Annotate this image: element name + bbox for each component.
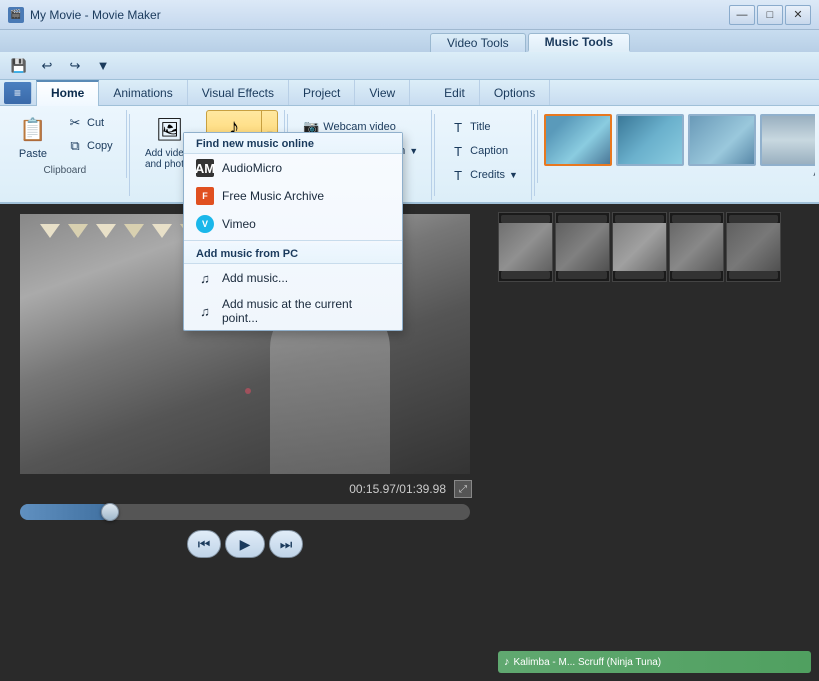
dropdown-separator — [184, 240, 402, 241]
flag-4 — [124, 224, 144, 238]
flag-5 — [152, 224, 172, 238]
flag-1 — [40, 224, 60, 238]
cut-icon: ✂ — [67, 115, 83, 131]
film-frame-1[interactable] — [498, 212, 553, 282]
film-frame-2[interactable] — [555, 212, 610, 282]
close-button[interactable]: ✕ — [785, 5, 811, 25]
music-point-icon: ♫ — [196, 302, 214, 320]
film-frame-4[interactable] — [669, 212, 724, 282]
playback-controls: ⏮ ▶ ⏭ — [187, 530, 303, 558]
expand-button[interactable]: ⤢ — [454, 480, 472, 498]
separator-1 — [129, 114, 130, 196]
paste-button[interactable]: 📋 Paste — [10, 110, 56, 164]
tab-view[interactable]: View — [355, 80, 410, 105]
theme-thumb-4[interactable] — [760, 114, 815, 166]
copy-icon: ⧉ — [67, 138, 83, 154]
undo-button[interactable]: ↩ — [36, 55, 58, 77]
cut-copy-buttons: ✂ Cut ⧉ Copy — [60, 112, 120, 157]
automovie-label: AutoMovie themes — [813, 168, 815, 179]
playback-progress[interactable] — [20, 504, 470, 520]
window-title: My Movie - Movie Maker — [30, 8, 161, 22]
film-frame-5[interactable] — [726, 212, 781, 282]
save-button[interactable]: 💾 — [8, 55, 30, 77]
tab-home[interactable]: Home — [36, 80, 99, 106]
music-track[interactable]: ♪ Kalimba - M... Scruff (Ninja Tuna) — [498, 651, 811, 673]
paste-icon: 📋 — [17, 114, 49, 146]
music-file-icon: ♫ — [196, 269, 214, 287]
tab-file[interactable]: ≡ — [4, 82, 32, 104]
audiomicro-icon: AM — [196, 159, 214, 177]
music-note-icon: ♪ — [504, 656, 510, 668]
automovie-themes-area: ▶ AutoMovie themes — [537, 110, 815, 183]
tab-edit[interactable]: Edit — [430, 80, 480, 105]
ribbon: ≡ Home Animations Visual Effects Project… — [0, 80, 819, 204]
add-music-item[interactable]: ♫ Add music... — [184, 264, 402, 292]
minimize-button[interactable]: — — [729, 5, 755, 25]
music-tools-tab[interactable]: Music Tools — [528, 33, 630, 52]
play-button[interactable]: ▶ — [225, 530, 265, 558]
free-music-archive-item[interactable]: F Free Music Archive — [184, 182, 402, 210]
credits-icon: T — [450, 167, 466, 183]
context-tabs: Video Tools Music Tools — [0, 30, 819, 52]
caption-icon: T — [450, 143, 466, 159]
audiomicro-item[interactable]: AM AudioMicro — [184, 154, 402, 182]
find-online-header: Find new music online — [184, 133, 402, 154]
progress-thumb[interactable] — [101, 503, 119, 521]
clipboard-group-label: Clipboard — [4, 165, 126, 176]
flag-3 — [96, 224, 116, 238]
film-strip — [498, 212, 781, 282]
tab-visual-effects[interactable]: Visual Effects — [188, 80, 289, 105]
main-area: 00:15.97/01:39.98 ⤢ ⏮ ▶ ⏭ — [0, 204, 819, 681]
cut-button[interactable]: ✂ Cut — [60, 112, 120, 134]
ribbon-content: 📋 Paste ✂ Cut ⧉ Copy Clipboard — [0, 106, 819, 202]
text-group: T Title T Caption T Credits ▼ — [437, 110, 532, 200]
vimeo-icon: V — [196, 215, 214, 233]
title-bar: 🎬 My Movie - Movie Maker — □ ✕ — [0, 0, 819, 30]
fma-icon: F — [196, 187, 214, 205]
video-tools-tab[interactable]: Video Tools — [430, 33, 526, 52]
timeline-content: ♪ Kalimba - M... Scruff (Ninja Tuna) — [490, 204, 819, 681]
title-icon: T — [450, 119, 466, 135]
credits-button[interactable]: T Credits ▼ — [443, 164, 525, 186]
maximize-button[interactable]: □ — [757, 5, 783, 25]
quick-access-dropdown[interactable]: ▼ — [92, 55, 114, 77]
step-back-button[interactable]: ⏮ — [187, 530, 221, 558]
quick-access-toolbar: 💾 ↩ ↪ ▼ — [0, 52, 819, 80]
vimeo-item[interactable]: V Vimeo — [184, 210, 402, 238]
theme-thumb-1[interactable] — [544, 114, 612, 166]
theme-thumb-3[interactable] — [688, 114, 756, 166]
music-track-label: Kalimba - M... Scruff (Ninja Tuna) — [514, 657, 662, 668]
add-from-pc-header: Add music from PC — [184, 243, 402, 264]
copy-button[interactable]: ⧉ Copy — [60, 135, 120, 157]
add-music-at-point-item[interactable]: ♫ Add music at the current point... — [184, 292, 402, 330]
add-videos-icon: 🖼 — [154, 114, 186, 146]
title-button[interactable]: T Title — [443, 116, 497, 138]
caption-button[interactable]: T Caption — [443, 140, 515, 162]
progress-fill — [20, 504, 110, 520]
tab-project[interactable]: Project — [289, 80, 355, 105]
ribbon-tab-bar: ≡ Home Animations Visual Effects Project… — [0, 80, 819, 106]
separator-4 — [534, 114, 535, 196]
clipboard-group: 📋 Paste ✂ Cut ⧉ Copy Clipboard — [4, 110, 127, 178]
tab-animations[interactable]: Animations — [99, 80, 187, 105]
dot-decoration — [245, 388, 251, 394]
window-controls: — □ ✕ — [729, 5, 811, 25]
redo-button[interactable]: ↪ — [64, 55, 86, 77]
separator-3 — [434, 114, 435, 196]
text-group-content: T Title T Caption T Credits ▼ — [443, 116, 525, 186]
app-icon: 🎬 — [8, 7, 24, 23]
clipboard-group-content: 📋 Paste ✂ Cut ⧉ Copy — [10, 110, 120, 164]
timeline-panel: ♪ Kalimba - M... Scruff (Ninja Tuna) — [490, 204, 819, 681]
film-frame-3[interactable] — [612, 212, 667, 282]
add-music-dropdown: Find new music online AM AudioMicro F Fr… — [183, 132, 403, 331]
tab-options[interactable]: Options — [480, 80, 550, 105]
flag-2 — [68, 224, 88, 238]
time-display: 00:15.97/01:39.98 ⤢ — [349, 480, 472, 498]
step-forward-button[interactable]: ⏭ — [269, 530, 303, 558]
theme-thumb-2[interactable] — [616, 114, 684, 166]
